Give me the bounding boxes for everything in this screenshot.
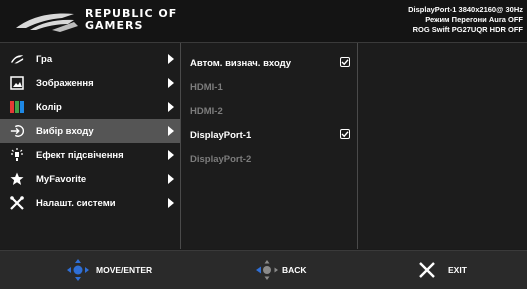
status-info: DisplayPort-1 3840x2160@ 30Hz Режим Пере… <box>408 5 523 35</box>
status-line-mode: Режим Перегони Aura OFF <box>425 15 523 24</box>
input-select-icon <box>10 124 24 138</box>
back-label: BACK <box>282 265 307 275</box>
menu-item-label: MyFavorite <box>36 173 87 185</box>
menu-item-label: Гра <box>36 53 53 65</box>
submenu-item-label: DisplayPort-1 <box>190 129 252 141</box>
chevron-right-icon <box>168 102 174 112</box>
menu-item-image[interactable]: Зображення <box>0 71 180 95</box>
menu-item-input-select[interactable]: Вибір входу <box>0 119 180 143</box>
checkbox-checked-icon <box>340 129 350 139</box>
submenu-item-hdmi-2: HDMI-2 <box>190 100 350 122</box>
chevron-right-icon <box>168 54 174 64</box>
status-line-signal: DisplayPort-1 3840x2160@ 30Hz <box>408 5 523 14</box>
menu-item-label: Ефект підсвічення <box>36 149 124 161</box>
menu-item-game[interactable]: Гра <box>0 47 180 71</box>
image-icon <box>10 76 24 90</box>
submenu-item-label: DisplayPort-2 <box>190 153 252 165</box>
menu-item-label: Зображення <box>36 77 94 89</box>
input-select-submenu: Автом. визнач. входу HDMI-1 HDMI-2 Displ… <box>181 43 357 249</box>
chevron-right-icon <box>168 126 174 136</box>
exit-label: EXIT <box>448 265 467 275</box>
chevron-right-icon <box>168 78 174 88</box>
submenu-item-auto-input-detect[interactable]: Автом. визнач. входу <box>190 52 350 74</box>
menu-item-system-setup[interactable]: Налашт. системи <box>0 191 180 215</box>
close-x-icon <box>419 262 435 278</box>
move-enter-hint[interactable]: MOVE/ENTER <box>66 251 152 289</box>
chevron-right-icon <box>168 174 174 184</box>
submenu-item-displayport-2: DisplayPort-2 <box>190 148 350 170</box>
back-hint[interactable]: BACK <box>255 251 307 289</box>
color-bars-icon <box>10 100 24 114</box>
rog-eye-icon <box>10 52 24 66</box>
move-enter-label: MOVE/ENTER <box>96 265 153 275</box>
osd-footer: MOVE/ENTER BACK EXIT <box>0 250 527 289</box>
menu-item-label: Вибір входу <box>36 125 94 137</box>
status-line-model: ROG Swift PG27UQR HDR OFF <box>412 25 523 34</box>
brand-line-2: GAMERS <box>85 19 144 32</box>
chevron-right-icon <box>168 150 174 160</box>
submenu-item-label: Автом. визнач. входу <box>190 57 292 69</box>
joystick-left-icon <box>256 260 278 280</box>
menu-item-label: Колір <box>36 101 62 113</box>
monitor-osd: REPUBLIC OF GAMERS DisplayPort-1 3840x21… <box>0 0 527 289</box>
star-icon <box>10 172 24 186</box>
checkbox-checked-icon <box>340 57 350 67</box>
submenu-item-label: HDMI-2 <box>190 105 223 117</box>
submenu-item-displayport-1[interactable]: DisplayPort-1 <box>190 124 350 146</box>
submenu-item-hdmi-1: HDMI-1 <box>190 76 350 98</box>
submenu-item-label: HDMI-1 <box>190 81 223 93</box>
options-panel <box>358 43 527 249</box>
menu-item-myfavorite[interactable]: MyFavorite <box>0 167 180 191</box>
menu-item-light-effect[interactable]: Ефект підсвічення <box>0 143 180 167</box>
chevron-right-icon <box>168 198 174 208</box>
menu-item-color[interactable]: Колір <box>0 95 180 119</box>
menu-item-label: Налашт. системи <box>36 197 116 209</box>
exit-hint[interactable]: EXIT <box>418 251 467 289</box>
osd-header: REPUBLIC OF GAMERS DisplayPort-1 3840x21… <box>0 0 527 43</box>
joystick-icon <box>67 259 89 281</box>
brand-wordmark: REPUBLIC OF GAMERS <box>85 8 177 32</box>
light-effect-icon <box>10 148 24 162</box>
tools-icon <box>10 196 24 210</box>
main-menu: Гра Зображення Колір Вибір входу Ефект п… <box>0 43 180 249</box>
